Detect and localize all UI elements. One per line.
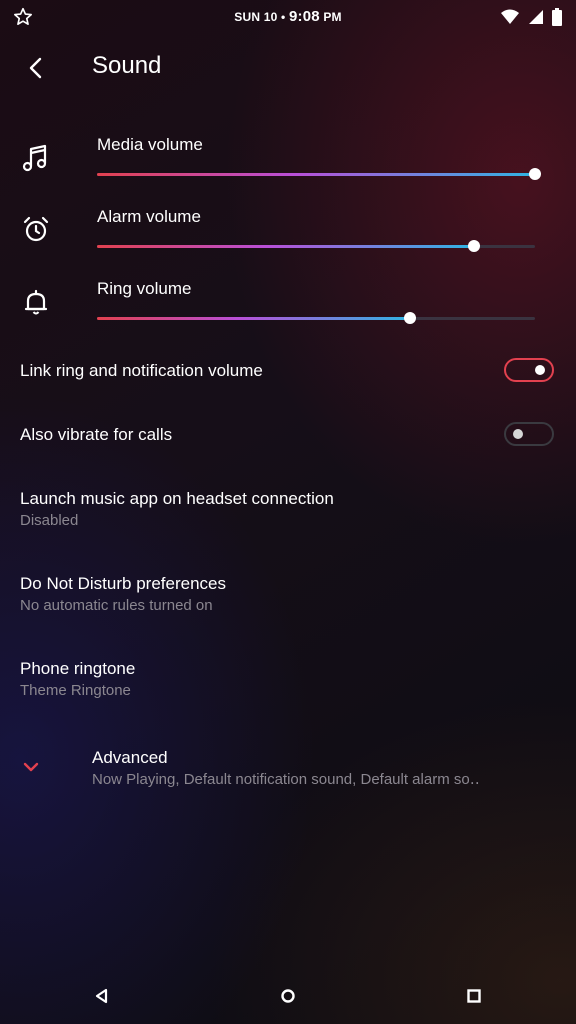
launch-music-app-subtitle: Disabled xyxy=(20,512,79,529)
slider-fill xyxy=(97,317,411,320)
slider-thumb[interactable] xyxy=(467,240,480,252)
wifi-icon xyxy=(500,9,519,24)
signal-icon xyxy=(529,10,543,24)
link-ring-notification-label: Link ring and notification volume xyxy=(20,361,263,380)
do-not-disturb-subtitle: No automatic rules turned on xyxy=(20,597,213,614)
status-clock: SUN 10 • 9:08 PM xyxy=(0,8,576,25)
chevron-down-icon[interactable] xyxy=(20,756,42,778)
vibrate-for-calls-toggle[interactable] xyxy=(504,422,554,446)
media-volume-slider[interactable] xyxy=(97,167,541,181)
music-note-icon xyxy=(22,144,47,172)
launch-music-app-title[interactable]: Launch music app on headset connection xyxy=(20,489,334,509)
toggle-knob xyxy=(535,365,545,375)
media-volume-label: Media volume xyxy=(97,135,203,154)
vibrate-for-calls-label: Also vibrate for calls xyxy=(20,425,173,444)
ring-volume-label: Ring volume xyxy=(97,279,192,298)
slider-thumb[interactable] xyxy=(404,312,417,324)
status-icons xyxy=(500,8,562,26)
nav-home-icon[interactable] xyxy=(278,986,298,1006)
battery-icon xyxy=(552,8,562,26)
alarm-clock-icon xyxy=(23,216,49,242)
slider-fill xyxy=(97,245,474,248)
alarm-volume-label: Alarm volume xyxy=(97,207,201,226)
status-bar: SUN 10 • 9:08 PM xyxy=(0,0,576,34)
link-ring-notification-toggle[interactable] xyxy=(504,358,554,382)
nav-recents-icon[interactable] xyxy=(464,986,484,1006)
phone-ringtone-title[interactable]: Phone ringtone xyxy=(20,659,135,679)
status-ampm: PM xyxy=(323,10,342,24)
bell-icon xyxy=(24,289,48,315)
toggle-knob xyxy=(513,429,523,439)
ring-volume-slider[interactable] xyxy=(97,311,535,325)
slider-thumb[interactable] xyxy=(529,168,541,180)
phone-ringtone-subtitle: Theme Ringtone xyxy=(20,682,131,699)
status-time: 9:08 xyxy=(288,8,320,25)
slider-fill xyxy=(97,173,535,176)
page-title: Sound xyxy=(92,52,162,79)
status-date: SUN 10 xyxy=(234,10,278,24)
nav-back-icon[interactable] xyxy=(92,986,112,1006)
back-arrow-icon[interactable] xyxy=(22,54,50,82)
status-separator: • xyxy=(281,10,286,24)
advanced-subtitle: Now Playing, Default notification sound,… xyxy=(92,771,480,788)
alarm-volume-slider[interactable] xyxy=(97,239,535,253)
advanced-title[interactable]: Advanced xyxy=(92,748,168,768)
do-not-disturb-title[interactable]: Do Not Disturb preferences xyxy=(20,574,226,594)
